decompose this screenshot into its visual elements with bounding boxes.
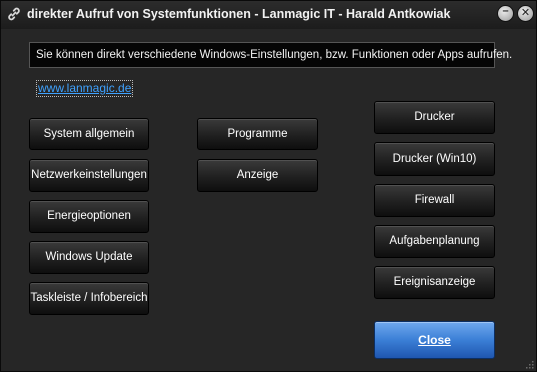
info-text: Sie können direkt verschiedene Windows-E… <box>29 42 512 68</box>
link-chain-icon <box>8 7 20 21</box>
drucker-win10-button[interactable]: Drucker (Win10) <box>374 142 495 176</box>
title-bar[interactable]: direkter Aufruf von Systemfunktionen - L… <box>1 1 536 29</box>
close-icon: ✕ <box>520 7 531 19</box>
button-label: Programme <box>227 128 288 140</box>
window-close-button[interactable]: ✕ <box>518 6 533 21</box>
main-window: direkter Aufruf von Systemfunktionen - L… <box>0 0 537 372</box>
resize-grip-icon[interactable] <box>524 359 534 369</box>
button-label: Energieoptionen <box>47 210 131 222</box>
button-label: System allgemein <box>43 128 135 140</box>
programme-button[interactable]: Programme <box>197 118 318 150</box>
button-label: Firewall <box>414 194 455 206</box>
aufgabenplanung-button[interactable]: Aufgabenplanung <box>374 225 495 258</box>
system-allgemein-button[interactable]: System allgemein <box>29 118 149 150</box>
minimize-icon: – <box>502 5 509 17</box>
button-label: Netzwerkeinstellungen <box>31 169 147 181</box>
windows-update-button[interactable]: Windows Update <box>29 241 149 274</box>
window-title: direkter Aufruf von Systemfunktionen - L… <box>27 7 451 21</box>
button-label: Drucker <box>414 111 455 123</box>
button-label: Ereignisanzeige <box>393 276 476 288</box>
button-label: Anzeige <box>236 169 279 181</box>
button-label: Drucker (Win10) <box>392 153 477 165</box>
anzeige-button[interactable]: Anzeige <box>197 159 318 192</box>
netzwerkeinstellungen-button[interactable]: Netzwerkeinstellungen <box>29 159 149 192</box>
firewall-button[interactable]: Firewall <box>374 184 495 217</box>
drucker-button[interactable]: Drucker <box>374 101 495 134</box>
button-label: Aufgabenplanung <box>389 235 480 247</box>
website-link[interactable]: www.lanmagic.de <box>36 80 134 97</box>
button-label: Windows Update <box>45 251 133 263</box>
button-label: Taskleiste / Infobereich <box>30 292 148 304</box>
close-button[interactable]: Close <box>374 321 495 359</box>
ereignisanzeige-button[interactable]: Ereignisanzeige <box>374 266 495 299</box>
energieoptionen-button[interactable]: Energieoptionen <box>29 200 149 233</box>
minimize-button[interactable]: – <box>498 6 513 21</box>
taskleiste-infobereich-button[interactable]: Taskleiste / Infobereich <box>29 282 149 315</box>
